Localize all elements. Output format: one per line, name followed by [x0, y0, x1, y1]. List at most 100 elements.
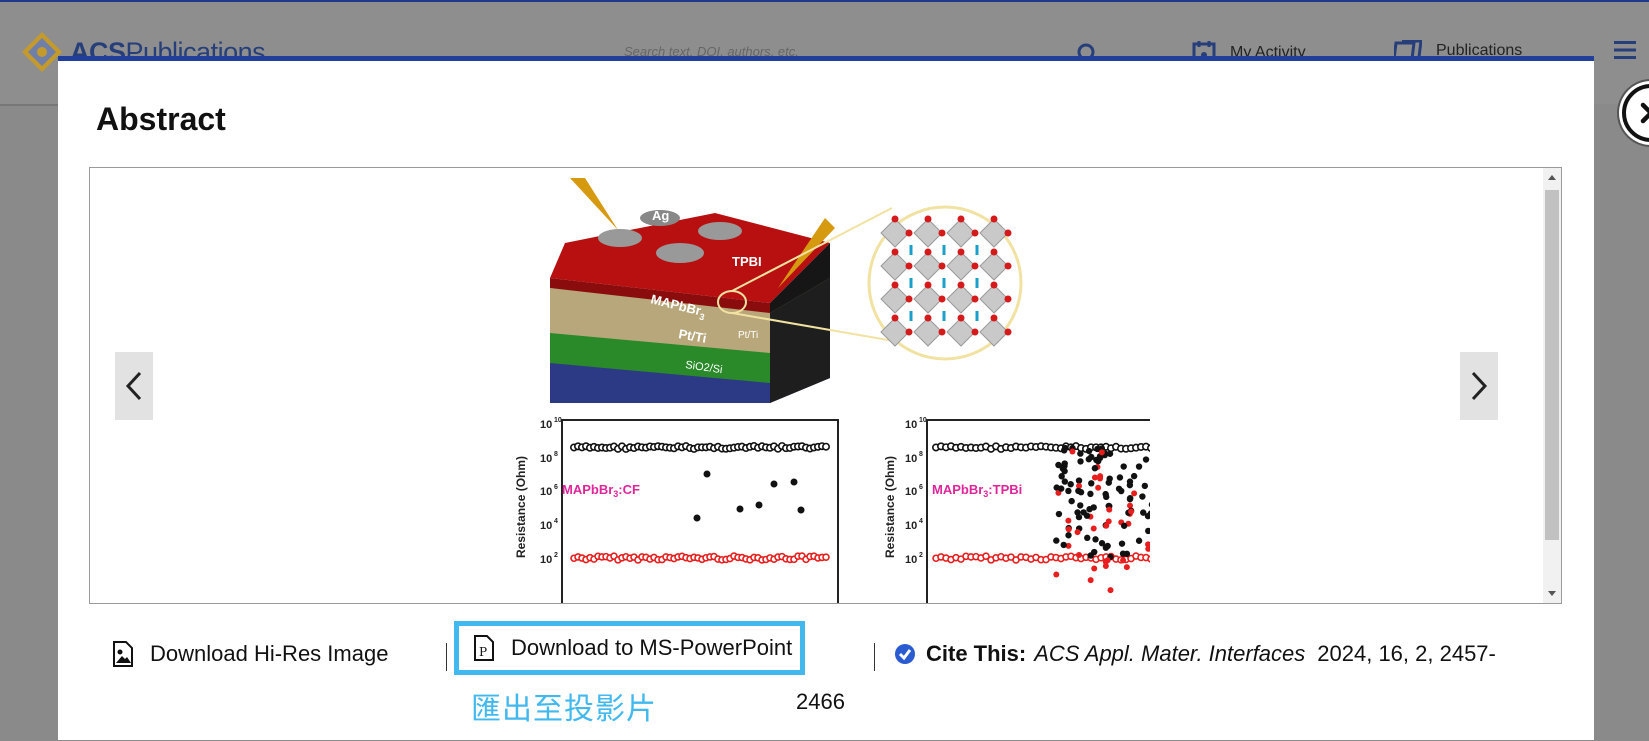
- y-tick-exponent: 10: [919, 417, 927, 424]
- data-point-scatter: [1053, 572, 1059, 578]
- plot1-ylabel: Resistance (Ohm): [514, 456, 528, 558]
- lattice-atom: [991, 216, 998, 223]
- y-tick-exponent: 8: [919, 451, 923, 458]
- data-point-scatter: [1076, 477, 1082, 483]
- cite-journal[interactable]: ACS Appl. Mater. Interfaces: [1034, 641, 1305, 667]
- data-point-scatter: [1105, 557, 1111, 563]
- plot2-ylabel: Resistance (Ohm): [883, 456, 897, 558]
- data-point-scatter: [1142, 483, 1148, 489]
- overlay-right: [1594, 104, 1649, 740]
- lattice-atom: [972, 230, 979, 237]
- data-point-scatter: [1068, 498, 1074, 504]
- lattice-atom: [991, 315, 998, 322]
- data-point-scatter: [1127, 503, 1133, 509]
- close-icon: [1640, 102, 1649, 124]
- plot2-label-suffix: :TPBi: [988, 482, 1022, 497]
- data-point-scatter: [1077, 502, 1083, 508]
- plot2-label: MAPbBr: [932, 482, 983, 497]
- next-figure-button[interactable]: [1460, 352, 1498, 420]
- data-point-scatter: [1056, 511, 1062, 517]
- data-point-scatter: [1091, 526, 1097, 532]
- data-point-scatter: [1062, 478, 1068, 484]
- data-point-scatter: [1084, 513, 1090, 519]
- data-point-scatter: [1092, 475, 1098, 481]
- lattice-atom: [939, 263, 946, 270]
- image-file-icon: [112, 641, 134, 667]
- scroll-down-arrow-icon[interactable]: [1543, 585, 1561, 601]
- y-tick-label: 10: [540, 486, 552, 498]
- data-point-scatter: [1143, 456, 1149, 462]
- data-point-scatter: [1149, 501, 1150, 507]
- lattice-atom: [958, 249, 965, 256]
- y-tick-exponent: 4: [554, 518, 558, 525]
- chevron-right-icon: [1470, 371, 1488, 401]
- data-point-scatter: [1145, 546, 1150, 552]
- cite-pages-end: 2466: [796, 689, 845, 715]
- data-point-scatter: [1099, 540, 1105, 546]
- hamburger-menu-icon[interactable]: [1614, 40, 1636, 60]
- data-point-low: [1148, 556, 1150, 562]
- y-tick-exponent: 2: [554, 552, 558, 559]
- data-point-scatter: [1066, 526, 1072, 532]
- data-point-scatter: [1088, 577, 1094, 583]
- resistance-plot-tpbi: Resistance (Ohm) MAPbBr3:TPBi 1010108106…: [883, 417, 1150, 604]
- data-point-scatter: [1095, 485, 1101, 491]
- label-ag: Ag: [652, 208, 669, 223]
- lattice-atom: [906, 329, 913, 336]
- data-point-scatter: [1053, 537, 1059, 543]
- data-point-scatter: [1099, 449, 1105, 455]
- y-tick-exponent: 2: [919, 552, 923, 559]
- data-point-scatter: [1116, 486, 1122, 492]
- download-powerpoint-button[interactable]: P Download to MS-PowerPoint: [454, 621, 805, 675]
- svg-text:MAPbBr3:CF: MAPbBr3:CF: [562, 482, 640, 499]
- data-point-scatter: [1075, 529, 1081, 535]
- svg-text:MAPbBr3:TPBi: MAPbBr3:TPBi: [932, 482, 1022, 499]
- data-point-scatter: [1084, 535, 1090, 541]
- lattice-atom: [1005, 296, 1012, 303]
- data-point-scatter: [1061, 542, 1067, 548]
- data-point-scatter: [1058, 473, 1064, 479]
- scroll-up-arrow-icon[interactable]: [1543, 170, 1561, 186]
- scrollbar-thumb[interactable]: [1545, 190, 1559, 540]
- download-hires-image-button[interactable]: Download Hi-Res Image: [112, 641, 388, 667]
- data-point-scatter: [1120, 550, 1126, 556]
- action-divider: [446, 643, 447, 671]
- powerpoint-file-icon: P: [473, 635, 495, 661]
- lattice-atom: [991, 249, 998, 256]
- verified-check-icon: [894, 643, 916, 665]
- lattice-atom: [939, 329, 946, 336]
- lattice-atom: [892, 282, 899, 289]
- data-point-scatter: [1120, 557, 1126, 563]
- data-point-scatter: [1076, 552, 1082, 558]
- data-point-scatter: [771, 481, 778, 488]
- y-tick-label: 10: [905, 554, 917, 566]
- y-tick-exponent: 4: [919, 518, 923, 525]
- y-tick-label: 10: [905, 520, 917, 532]
- lattice-atom: [892, 216, 899, 223]
- lattice-atom: [958, 315, 965, 322]
- previous-figure-button[interactable]: [115, 352, 153, 420]
- y-tick-exponent: 8: [554, 451, 558, 458]
- data-point-scatter: [798, 507, 805, 514]
- cite-this: Cite This: ACS Appl. Mater. Interfaces 2…: [894, 641, 1496, 667]
- data-point-scatter: [1091, 566, 1097, 572]
- data-point-scatter: [1102, 491, 1108, 497]
- data-point-scatter: [1065, 532, 1071, 538]
- y-tick-label: 10: [540, 419, 552, 431]
- data-point-scatter: [1131, 490, 1137, 496]
- data-point-scatter: [1121, 523, 1127, 529]
- figure-actions-bar: Download Hi-Res Image P Download to MS-P…: [58, 621, 1594, 741]
- data-point-scatter: [1145, 528, 1150, 534]
- lattice-atom: [906, 296, 913, 303]
- data-point-scatter: [1108, 587, 1114, 593]
- data-point-low: [823, 554, 829, 560]
- y-tick-exponent: 10: [554, 417, 562, 424]
- data-point-scatter: [1086, 506, 1092, 512]
- data-point-scatter: [1104, 543, 1110, 549]
- figure-scrollbar[interactable]: [1543, 168, 1561, 603]
- lattice-atom: [958, 282, 965, 289]
- action-divider: [874, 643, 875, 671]
- data-point-scatter: [1128, 508, 1134, 514]
- lattice-atom: [939, 230, 946, 237]
- y-tick-label: 10: [540, 554, 552, 566]
